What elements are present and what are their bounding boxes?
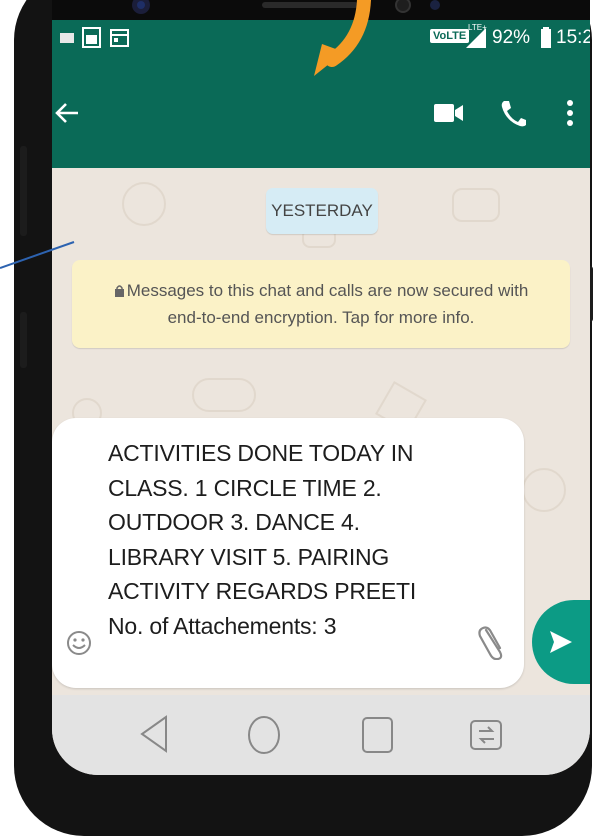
multiwindow-icon[interactable] [468,715,506,755]
date-label: YESTERDAY [271,201,373,220]
wallpaper-doodle [192,378,256,412]
encryption-notice-line-1-text: Messages to this chat and calls are now … [126,281,529,300]
front-camera-icon [132,0,150,14]
calendar-icon [110,29,129,47]
back-triangle-icon[interactable] [140,715,168,753]
side-button-left-2 [20,312,27,368]
gallery-icon [82,27,101,48]
encryption-notice-line-1: Messages to this chat and calls are now … [114,277,529,304]
message-line: OUTDOOR 3. DANCE 4. [108,509,360,535]
more-vert-icon[interactable] [566,99,574,127]
battery-icon [541,27,551,48]
message-line: No. of Attachements: 3 [108,612,337,639]
side-button-left-1 [20,146,27,236]
encryption-notice[interactable]: Messages to this chat and calls are now … [72,260,570,348]
emoji-icon[interactable] [66,630,92,656]
wallpaper-doodle [452,188,500,222]
phone-screen: VoLTE LTE+ 92% 15:20 [52,0,590,775]
system-nav-bar [52,695,590,775]
battery-percent: 92% [492,27,531,48]
home-circle-icon[interactable] [246,715,282,755]
annotation-arrow [314,0,371,76]
send-icon [550,631,572,653]
attach-icon[interactable] [478,624,508,660]
notification-icon [60,33,74,43]
encryption-notice-text: Messages to this chat and calls are now … [114,277,529,331]
message-line: ACTIVITY REGARDS PREETI [108,578,417,604]
signal-icon [466,28,486,48]
wallpaper-doodle [122,182,166,226]
message-line: CLASS. 1 CIRCLE TIME 2. [108,474,382,501]
annotation-line [0,241,75,269]
message-line: ACTIVITIES DONE TODAY IN [108,440,414,466]
phone-frame: VoLTE LTE+ 92% 15:20 [14,0,593,836]
clock: 15:20 [556,27,590,48]
message-compose-box[interactable]: ACTIVITIES DONE TODAY IN CLASS. 1 CIRCLE… [52,418,524,688]
arrow-left-icon[interactable] [54,100,80,126]
sensor-icon [395,0,411,13]
volte-badge: VoLTE [430,29,470,43]
message-line: LIBRARY VISIT 5. PAIRING [108,543,390,570]
video-camera-icon[interactable] [434,102,464,124]
recents-square-icon[interactable] [360,715,396,755]
lock-icon [114,285,124,297]
phone-icon[interactable] [500,99,526,127]
message-input[interactable]: ACTIVITIES DONE TODAY IN CLASS. 1 CIRCLE… [108,436,458,643]
iris-sensor-icon [430,0,440,10]
encryption-notice-line-2: end-to-end encryption. Tap for more info… [167,308,475,327]
date-chip: YESTERDAY [266,188,378,234]
wallpaper-doodle [522,468,566,512]
